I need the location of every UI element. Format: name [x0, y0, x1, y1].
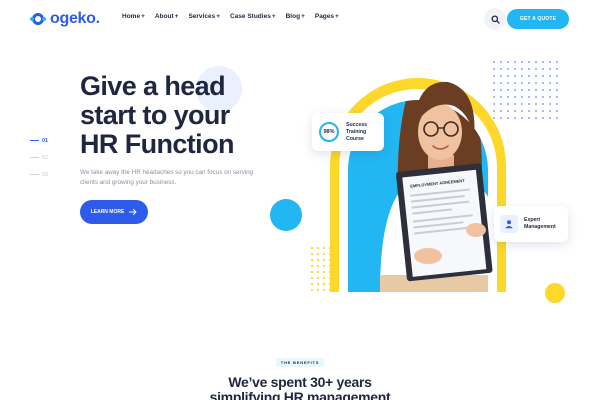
nav-item-about[interactable]: About + — [155, 13, 179, 20]
slide-indicator-1[interactable]: 01 — [30, 132, 48, 149]
main-nav: Home + About + Services + Case Studies + Blo… — [122, 13, 339, 20]
clipboard: EMPLOYMENT AGREEMENT — [396, 163, 493, 282]
benefits-title-line: We’ve spent 30+ years — [228, 374, 372, 390]
nav-item-label: Blog — [285, 13, 301, 20]
plus-icon: + — [335, 13, 339, 20]
nav-item-blog[interactable]: Blog + — [286, 13, 305, 20]
slider-pagination: 01 02 03 — [30, 132, 48, 183]
training-badge: 98% Success Training Course — [312, 113, 384, 151]
plus-icon: + — [271, 13, 276, 20]
arrow-right-icon — [129, 209, 137, 215]
slide-number: 03 — [42, 171, 49, 178]
hero-title: Give a head start to your HR Function — [80, 71, 234, 159]
get-a-quote-button[interactable]: GET A QUOTE — [507, 9, 569, 29]
logo[interactable]: ogeko. — [30, 9, 100, 29]
hand — [466, 223, 486, 237]
nav-item-label: Services — [188, 13, 216, 20]
nav-item-label: Case Studies — [229, 13, 271, 20]
person-icon — [500, 215, 518, 233]
benefits-title: We’ve spent 30+ years simplifying HR man… — [150, 375, 450, 400]
benefits-tag: THE BENEFITS — [276, 358, 324, 367]
progress-value: 98% — [323, 129, 335, 135]
slide-number: 02 — [42, 154, 49, 161]
slide-number: 01 — [42, 137, 49, 144]
search-icon — [490, 14, 500, 24]
plus-icon: + — [141, 13, 145, 20]
benefits-title-line: simplifying HR management — [209, 389, 391, 400]
learn-more-button[interactable]: LEARN MORE — [80, 200, 148, 224]
hero-illustration: EMPLOYMENT AGREEMENT — [270, 60, 565, 303]
nav-item-label: About — [154, 13, 174, 20]
expert-label: Expert Management — [524, 217, 556, 231]
search-button[interactable] — [484, 8, 506, 30]
slide-line — [30, 157, 39, 158]
badge-label-line: Training — [346, 128, 367, 135]
decorative-circle — [270, 199, 302, 231]
badge-label-line: Course — [346, 135, 364, 142]
nav-item-pages[interactable]: Pages + — [315, 13, 339, 20]
plus-icon: + — [301, 13, 305, 20]
plus-icon: + — [174, 13, 179, 20]
nav-item-case-studies[interactable]: Case Studies + — [230, 13, 276, 20]
nav-item-label: Home — [122, 13, 141, 20]
logo-text: ogeko. — [50, 10, 100, 27]
nav-item-services[interactable]: Services + — [188, 13, 220, 20]
slide-line — [30, 140, 39, 141]
nav-item-label: Pages — [314, 13, 335, 20]
site-header: ogeko. Home + About + Services + Case Studi… — [0, 0, 600, 38]
logo-icon — [30, 11, 46, 27]
slide-indicator-3[interactable]: 03 — [30, 166, 48, 183]
learn-more-label: LEARN MORE — [90, 209, 125, 215]
training-label: Success Training Course — [346, 122, 367, 143]
slide-line — [30, 174, 39, 175]
nav-item-home[interactable]: Home + — [122, 13, 145, 20]
decorative-circle — [545, 283, 565, 303]
plus-icon: + — [216, 13, 220, 20]
badge-label-line: Success — [346, 121, 368, 128]
dot-pattern — [493, 60, 563, 120]
hero-description: We take away the HR headaches so you can… — [80, 169, 254, 186]
expert-badge: Expert Management — [494, 206, 568, 242]
hand — [414, 248, 442, 264]
progress-ring: 98% — [318, 121, 340, 143]
badge-label-line: Management — [524, 224, 556, 230]
slide-indicator-2[interactable]: 02 — [30, 149, 48, 166]
badge-label-line: Expert — [524, 217, 541, 223]
